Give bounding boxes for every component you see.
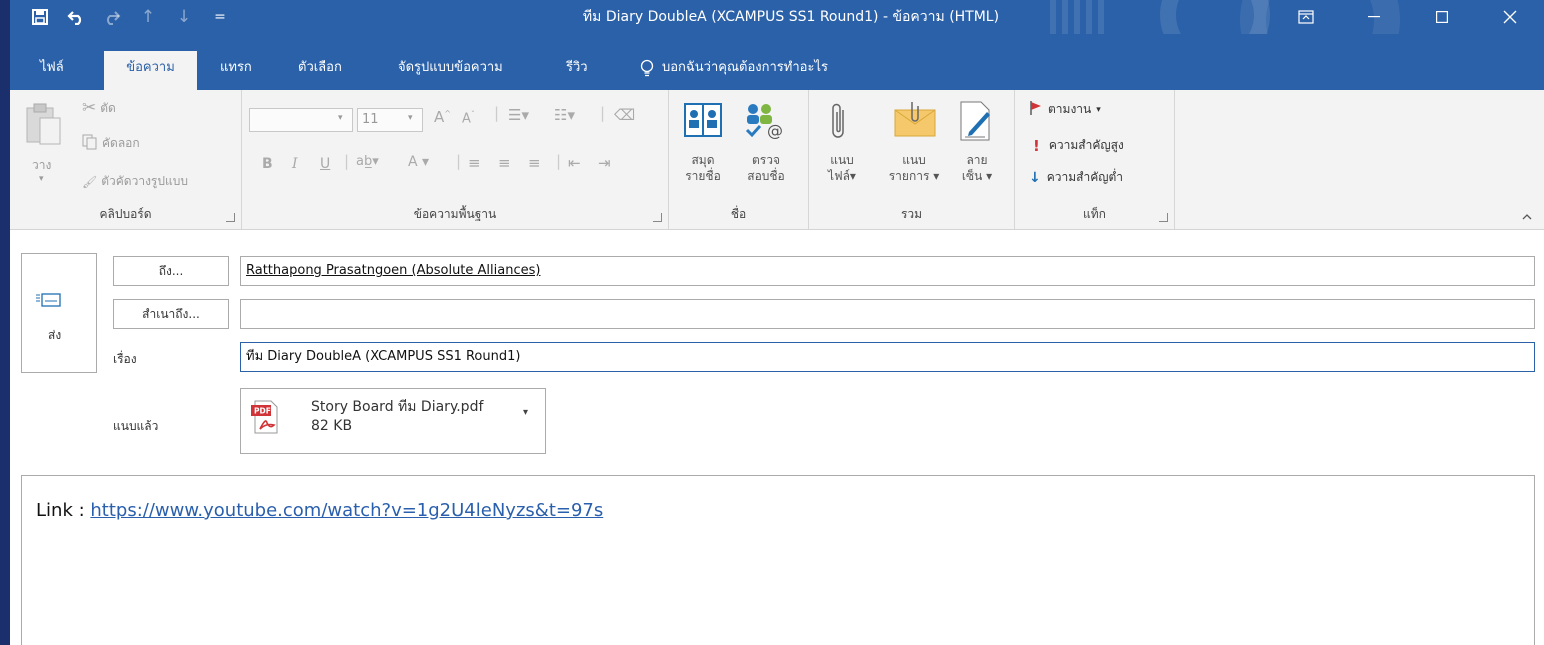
chevron-down-icon[interactable]: ▾ xyxy=(39,174,44,184)
highlight-icon[interactable]: ab̲▾ xyxy=(356,154,379,169)
to-button[interactable]: ถึง... xyxy=(113,256,229,286)
tell-me-label: บอกฉันว่าคุณต้องการทำอะไร xyxy=(662,60,828,75)
arrow-down-icon: ↓ xyxy=(1029,169,1041,186)
align-center-icon[interactable]: ≡ xyxy=(498,154,511,172)
font-color-icon[interactable]: A ▾ xyxy=(408,154,429,170)
bold-icon[interactable]: B xyxy=(262,156,273,172)
collapse-ribbon-icon[interactable] xyxy=(1522,209,1532,223)
youtube-link[interactable]: https://www.youtube.com/watch?v=1g2U4leN… xyxy=(90,500,603,521)
attach-file-button[interactable]: แนบ ไฟล์▾ xyxy=(823,152,861,184)
group-label-include: รวม xyxy=(900,207,923,221)
tell-me-box[interactable]: บอกฉันว่าคุณต้องการทำอะไร xyxy=(640,51,828,90)
pdf-icon: PDF xyxy=(251,399,281,439)
group-label-clipboard: คลิปบอร์ด xyxy=(99,207,152,221)
message-body[interactable]: Link : https://www.youtube.com/watch?v=1… xyxy=(21,475,1535,645)
group-include: แนบ ไฟล์▾ แนบ รายการ ▾ ลาย เซ็น ▾ รวม xyxy=(809,90,1015,230)
body-text: Link : https://www.youtube.com/watch?v=1… xyxy=(36,500,604,521)
bullets-icon[interactable]: ☰▾ xyxy=(508,106,529,124)
font-size-combo[interactable]: 11 xyxy=(357,108,423,132)
attachment-card[interactable]: PDF Story Board ทีม Diary.pdf 82 KB ▾ xyxy=(240,388,546,454)
format-painter-button[interactable]: 🖌 ตัวคัดวางรูปแบบ xyxy=(82,172,188,191)
align-left-icon[interactable]: ≡ xyxy=(468,154,481,172)
group-tags: ตามงาน ▾ ! ความสำคัญสูง ↓ ความสำคัญต่ำ แท… xyxy=(1015,90,1175,230)
group-label-tags: แท็ก xyxy=(1083,207,1106,221)
tab-insert[interactable]: แทรก xyxy=(206,51,266,90)
align-right-icon[interactable]: ≡ xyxy=(528,154,541,172)
attachment-size: 82 KB xyxy=(311,418,353,434)
signature-icon[interactable] xyxy=(959,100,995,146)
tab-message[interactable]: ข้อความ xyxy=(104,51,197,90)
attach-item-icon[interactable] xyxy=(893,100,937,144)
send-label: ส่ง xyxy=(48,328,62,342)
maximize-icon[interactable] xyxy=(1408,0,1476,34)
outlook-message-window: ↑ ↓ = ทีม Diary DoubleA (XCAMPUS SS1 Rou… xyxy=(10,0,1544,645)
format-painter-icon: 🖌 xyxy=(82,174,98,189)
paste-icon[interactable] xyxy=(24,102,64,150)
exclamation-icon: ! xyxy=(1033,136,1040,155)
lightbulb-icon xyxy=(640,51,654,90)
paperclip-icon[interactable] xyxy=(829,102,849,146)
minimize-icon[interactable] xyxy=(1340,0,1408,34)
numbering-icon[interactable]: ☷▾ xyxy=(554,106,575,124)
svg-text:@: @ xyxy=(767,121,783,140)
window-controls xyxy=(1272,0,1544,34)
low-importance-button[interactable]: ↓ ความสำคัญต่ำ xyxy=(1029,168,1123,187)
ribbon-tabs: ไฟล์ ข้อความ แทรก ตัวเลือก จัดรูปแบบข้อค… xyxy=(10,34,1544,90)
copy-button[interactable]: คัดลอก xyxy=(82,134,140,153)
underline-icon[interactable]: U xyxy=(320,156,330,172)
flag-icon xyxy=(1029,100,1043,119)
group-basic-text: ▾ 11 ▾ A^ Aˇ | ☰▾ ☷▾ | ⌫ B I U | ab̲▾ A … xyxy=(242,90,669,230)
clipboard-launcher-icon[interactable] xyxy=(226,213,235,222)
scissors-icon: ✂ xyxy=(82,98,97,118)
cc-button[interactable]: สำเนาถึง... xyxy=(113,299,229,329)
address-book-button[interactable]: สมุด รายชื่อ xyxy=(683,152,723,184)
follow-up-button[interactable]: ตามงาน ▾ xyxy=(1029,100,1101,119)
decrease-indent-icon[interactable]: ⇤ xyxy=(568,154,581,172)
shrink-font-icon[interactable]: Aˇ xyxy=(462,110,475,126)
group-names: สมุด รายชื่อ @ ตรวจ สอบชื่อ ชื่อ xyxy=(669,90,809,230)
tab-file[interactable]: ไฟล์ xyxy=(26,51,78,90)
close-icon[interactable] xyxy=(1476,0,1544,34)
ribbon: วาง ▾ ✂ ตัด คัดลอก 🖌 ตัวคัดวางรูปแบบ คลิ… xyxy=(10,90,1544,230)
tab-review[interactable]: รีวิว xyxy=(552,51,602,90)
send-envelope-icon xyxy=(36,292,62,312)
subject-field[interactable]: ทีม Diary DoubleA (XCAMPUS SS1 Round1) xyxy=(240,342,1535,372)
attach-item-button[interactable]: แนบ รายการ ▾ xyxy=(885,152,943,184)
attachment-dropdown-icon[interactable]: ▾ xyxy=(523,407,528,418)
high-importance-button[interactable]: ! ความสำคัญสูง xyxy=(1033,136,1124,155)
italic-icon[interactable]: I xyxy=(292,156,298,172)
font-name-dropdown-icon[interactable]: ▾ xyxy=(338,113,343,123)
increase-indent-icon[interactable]: ⇥ xyxy=(598,154,611,172)
attachment-name: Story Board ทีม Diary.pdf xyxy=(311,399,484,415)
group-label-names: ชื่อ xyxy=(730,207,747,221)
subject-label: เรื่อง xyxy=(113,352,137,366)
attached-label: แนบแล้ว xyxy=(113,419,159,433)
check-names-icon[interactable]: @ xyxy=(743,100,787,144)
tags-launcher-icon[interactable] xyxy=(1159,213,1168,222)
ribbon-display-options-icon[interactable] xyxy=(1272,0,1340,34)
tab-options[interactable]: ตัวเลือก xyxy=(284,51,356,90)
svg-text:PDF: PDF xyxy=(254,407,271,416)
to-field[interactable]: Ratthapong Prasatngoen (Absolute Allianc… xyxy=(240,256,1535,286)
copy-icon xyxy=(82,134,98,153)
address-book-icon[interactable] xyxy=(683,100,723,144)
font-size-dropdown-icon[interactable]: ▾ xyxy=(408,113,413,123)
cut-button[interactable]: ✂ ตัด xyxy=(82,98,116,118)
send-button[interactable]: ส่ง xyxy=(21,253,97,373)
title-bar: ↑ ↓ = ทีม Diary DoubleA (XCAMPUS SS1 Rou… xyxy=(10,0,1544,34)
tab-format-text[interactable]: จัดรูปแบบข้อความ xyxy=(384,51,517,90)
group-clipboard: วาง ▾ ✂ ตัด คัดลอก 🖌 ตัวคัดวางรูปแบบ คลิ… xyxy=(10,90,242,230)
grow-font-icon[interactable]: A^ xyxy=(434,108,451,126)
clear-formatting-icon[interactable]: ⌫ xyxy=(614,106,635,124)
check-names-button[interactable]: ตรวจ สอบชื่อ xyxy=(741,152,791,184)
to-recipient[interactable]: Ratthapong Prasatngoen (Absolute Allianc… xyxy=(246,263,540,278)
basic-text-launcher-icon[interactable] xyxy=(653,213,662,222)
cc-field[interactable] xyxy=(240,299,1535,329)
group-label-basic-text: ข้อความพื้นฐาน xyxy=(413,207,497,221)
compose-area: ส่ง ถึง... Ratthapong Prasatngoen (Absol… xyxy=(10,231,1544,645)
paste-label[interactable]: วาง xyxy=(32,156,51,175)
signature-button[interactable]: ลาย เซ็น ▾ xyxy=(953,152,1001,184)
